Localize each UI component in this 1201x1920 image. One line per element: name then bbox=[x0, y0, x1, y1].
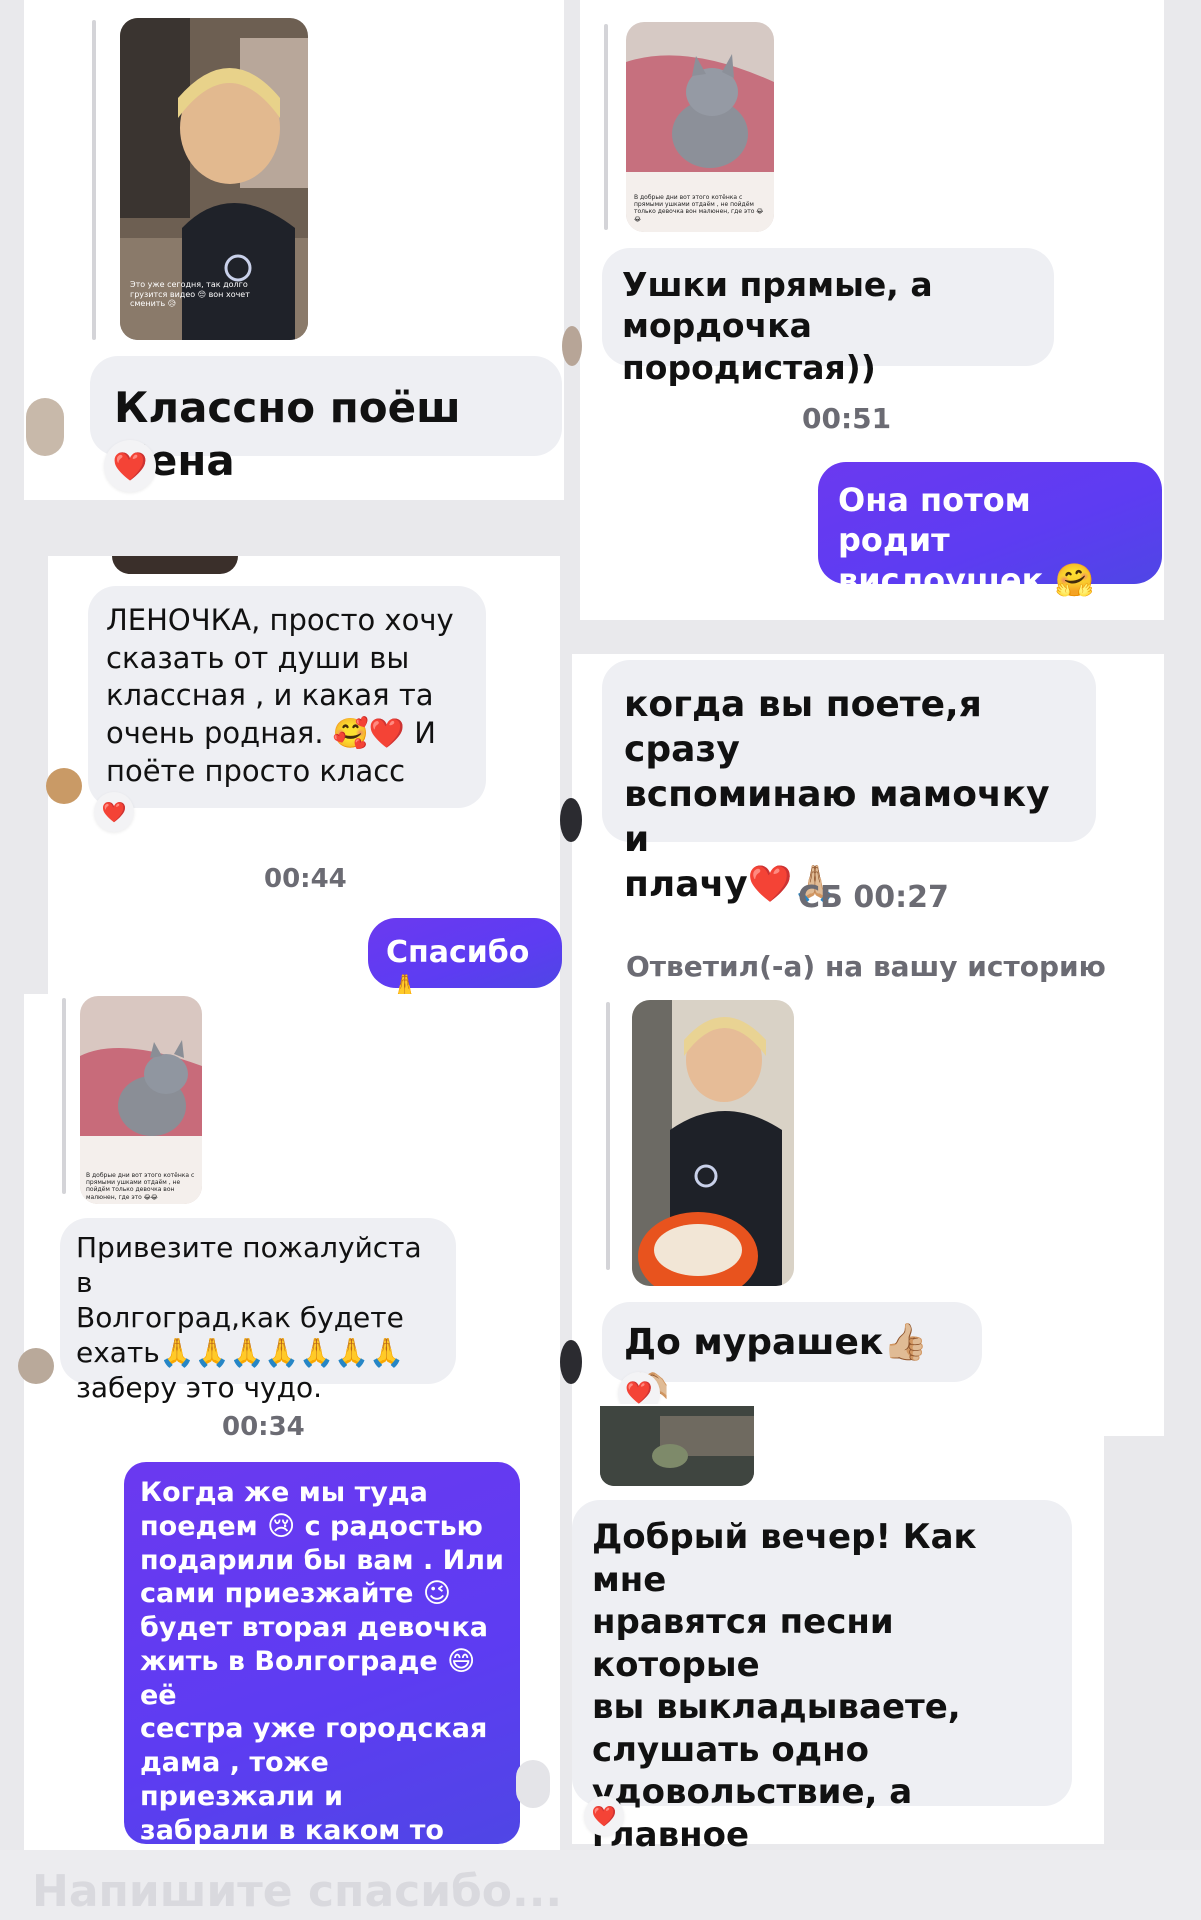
outgoing-message-bubble[interactable]: Когда же мы туда поедем 😢 с радостью под… bbox=[124, 1462, 520, 1913]
sender-avatar bbox=[46, 768, 82, 804]
message-bubble[interactable]: ЛЕНОЧКА, просто хочу сказать от души вы … bbox=[88, 586, 486, 808]
outgoing-message-bubble[interactable]: Спасибо 🙏 bbox=[368, 918, 562, 1008]
story-reply-indicator bbox=[62, 998, 66, 1194]
heart-reaction[interactable]: ❤️ bbox=[104, 440, 156, 492]
message-bubble[interactable]: Привезите пожалуйста в Волгоград,как буд… bbox=[60, 1218, 456, 1404]
reaction-emoji: ❤️ bbox=[112, 449, 148, 483]
reaction-emoji: ❤️ bbox=[625, 1380, 653, 1406]
message-bubble[interactable]: До мурашек👍🏼🫶🏼 bbox=[602, 1302, 982, 1408]
story-thumbnail-cropped bbox=[600, 1406, 754, 1486]
message-bubble[interactable]: Классно поёш Лена bbox=[90, 356, 562, 485]
story-thumbnail-cropped bbox=[112, 556, 238, 574]
story-image bbox=[600, 1406, 754, 1486]
message-input-placeholder[interactable]: Напишите спасибо... bbox=[32, 1866, 562, 1917]
story-thumbnail-kitten[interactable]: В добрые дни вот этого котёнка с прямыми… bbox=[80, 996, 202, 1204]
message-text: ЛЕНОЧКА, просто хочу сказать от души вы … bbox=[106, 603, 454, 788]
message-bubble[interactable]: когда вы поете,я сразу вспоминаю мамочку… bbox=[602, 660, 1096, 905]
heart-reaction[interactable]: ❤️ bbox=[584, 1796, 624, 1836]
sender-avatar bbox=[562, 326, 582, 366]
story-image bbox=[632, 1000, 794, 1286]
sender-avatar bbox=[560, 1340, 582, 1384]
story-thumbnail-woman-baking[interactable] bbox=[632, 1000, 794, 1286]
story-thumbnail-kitten[interactable]: В добрые дни вот этого котёнка с прямыми… bbox=[626, 22, 774, 232]
message-text: Она потом родит вислоушек 🤗 bbox=[838, 481, 1095, 599]
story-reply-indicator bbox=[92, 20, 96, 340]
message-bubble[interactable]: Ушки прямые, а мордочка породистая)) bbox=[602, 248, 1054, 387]
sender-avatar bbox=[26, 398, 64, 456]
story-reply-indicator bbox=[606, 1002, 610, 1270]
story-thumbnail-woman[interactable]: Это уже сегодня, так долго грузится виде… bbox=[120, 18, 308, 340]
story-reply-note: Ответил(-а) на вашу историю bbox=[626, 950, 1106, 983]
sender-avatar bbox=[560, 798, 582, 842]
timestamp: 00:34 bbox=[222, 1412, 305, 1442]
message-bubble[interactable]: Добрый вечер! Как мне нравятся песни кот… bbox=[572, 1500, 1072, 1897]
reaction-emoji: ❤️ bbox=[591, 1804, 617, 1828]
timestamp: 00:51 bbox=[802, 402, 892, 435]
story-reply-indicator bbox=[604, 24, 608, 230]
story-caption: В добрые дни вот этого котёнка с прямыми… bbox=[634, 194, 764, 223]
timestamp: СБ 00:27 bbox=[798, 880, 949, 915]
scroll-indicator bbox=[516, 1760, 550, 1808]
sender-avatar bbox=[18, 1348, 54, 1384]
outgoing-message-bubble[interactable]: Она потом родит вислоушек 🤗 bbox=[818, 462, 1162, 599]
story-caption: В добрые дни вот этого котёнка с прямыми… bbox=[86, 1172, 195, 1201]
timestamp: 00:44 bbox=[264, 864, 347, 894]
message-text: Привезите пожалуйста в Волгоград,как буд… bbox=[76, 1231, 422, 1404]
reaction-emoji: ❤️ bbox=[101, 800, 127, 824]
heart-reaction[interactable]: ❤️ bbox=[94, 792, 134, 832]
story-caption: Это уже сегодня, так долго грузится виде… bbox=[130, 280, 250, 309]
